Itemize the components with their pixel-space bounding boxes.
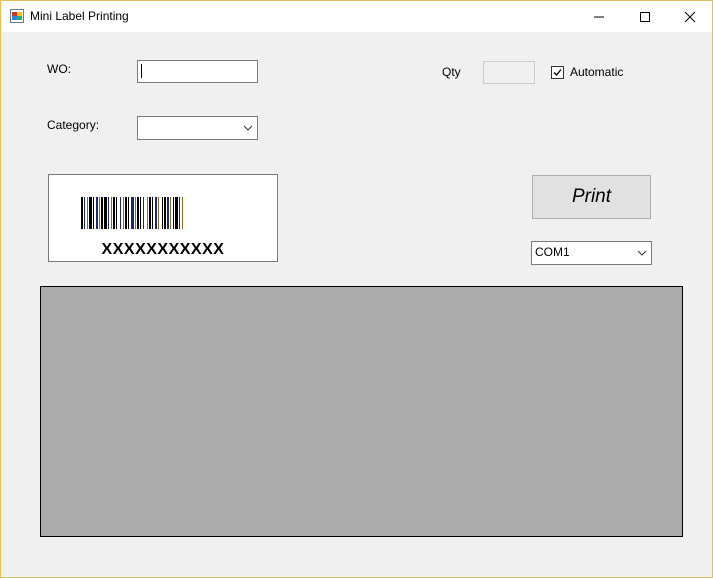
checkmark-icon <box>553 69 562 76</box>
barcode-image <box>81 197 183 229</box>
close-button[interactable] <box>667 1 713 32</box>
maximize-button[interactable] <box>622 1 668 32</box>
main-window: Mini Label Printing WO: Category: Qty Au… <box>0 0 713 578</box>
com-port-value: COM1 <box>535 245 570 259</box>
com-port-select[interactable]: COM1 <box>531 241 652 265</box>
output-panel <box>40 286 683 537</box>
label-preview: XXXXXXXXXXX <box>48 174 278 262</box>
qty-label: Qty <box>442 65 461 79</box>
chevron-down-icon <box>243 125 253 131</box>
category-select[interactable] <box>137 116 258 140</box>
maximize-icon <box>640 11 650 22</box>
window-title: Mini Label Printing <box>30 9 129 23</box>
wo-input[interactable] <box>137 60 258 83</box>
title-bar[interactable]: Mini Label Printing <box>1 1 712 32</box>
barcode-text: XXXXXXXXXXX <box>101 241 225 258</box>
automatic-checkbox[interactable] <box>551 66 564 79</box>
app-window-icon <box>10 9 24 23</box>
automatic-label[interactable]: Automatic <box>570 65 623 79</box>
print-button[interactable]: Print <box>532 175 651 219</box>
close-icon <box>684 11 696 22</box>
category-label: Category: <box>47 118 100 132</box>
chevron-down-icon <box>637 250 647 256</box>
minimize-button[interactable] <box>576 1 622 32</box>
wo-label: WO: <box>47 62 71 76</box>
qty-input[interactable] <box>483 61 535 84</box>
text-caret <box>141 64 142 78</box>
minimize-icon <box>594 16 604 17</box>
